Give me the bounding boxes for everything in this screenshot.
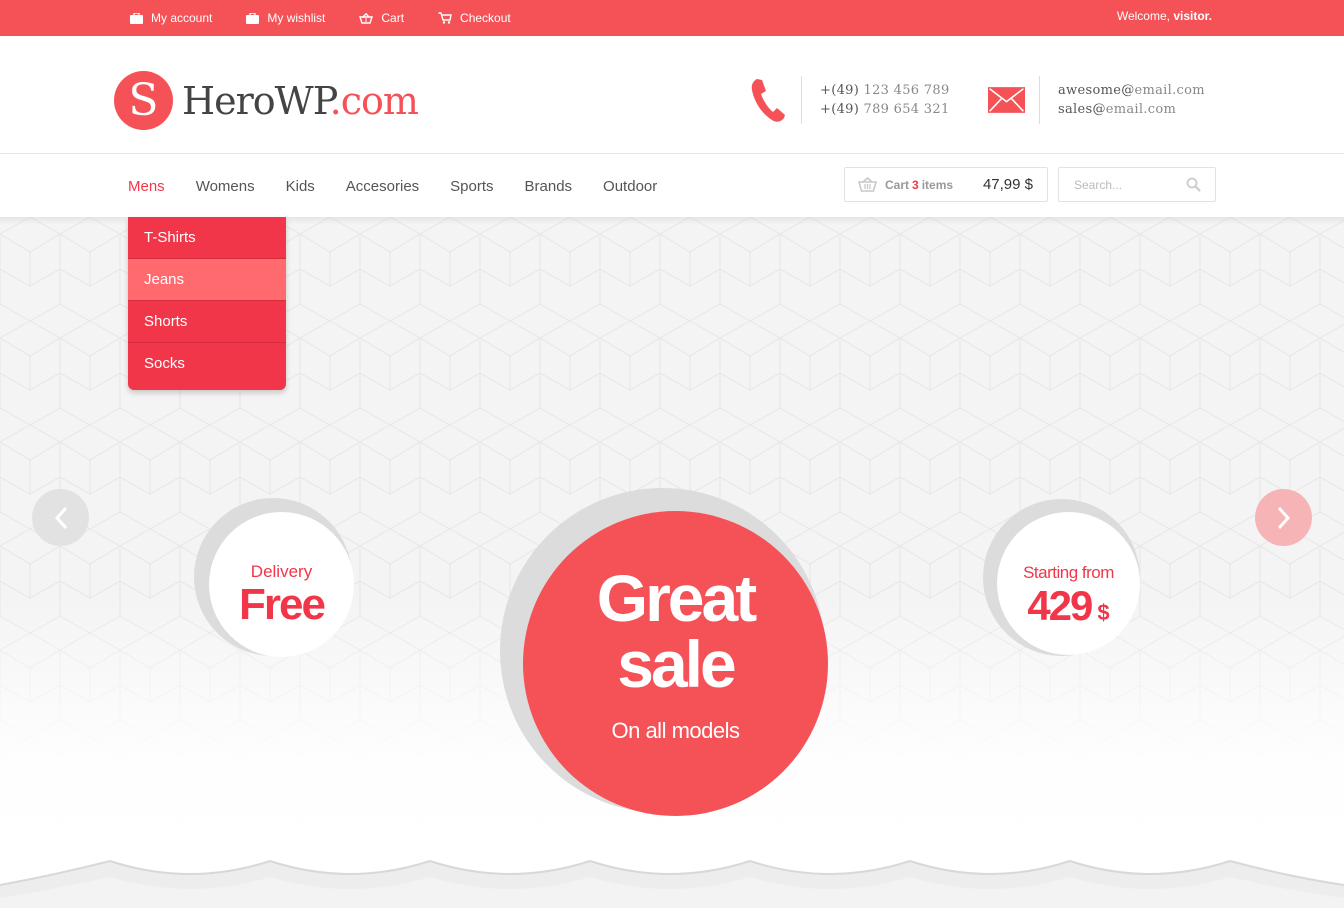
my-account-link[interactable]: My account — [130, 11, 212, 25]
chevron-left-icon — [54, 506, 67, 529]
logo-mark: S — [114, 71, 173, 130]
welcome-prefix: Welcome, — [1116, 9, 1170, 23]
dropdown-item-socks[interactable]: Socks — [128, 343, 286, 385]
cart-icon — [438, 12, 452, 24]
sale-subtitle: On all models — [611, 718, 740, 743]
nav-item-kids[interactable]: Kids — [286, 178, 315, 195]
mini-cart[interactable]: Cart 3 items 47,99 $ — [844, 167, 1048, 202]
cart-count: 3 — [912, 177, 919, 192]
chevron-right-icon — [1277, 506, 1290, 529]
price-value: 429 — [1027, 582, 1093, 629]
delivery-value: Free — [239, 580, 326, 629]
email-addresses: awesome@email.com sales@email.com — [1058, 81, 1205, 119]
top-bar: My account My wishlist Cart Checkout Wel… — [0, 0, 1344, 36]
email-line-1[interactable]: awesome@email.com — [1058, 81, 1205, 100]
price-label: Starting from — [1023, 563, 1114, 582]
logo[interactable]: S HeroWP.com — [114, 71, 419, 130]
slider-prev-button[interactable] — [32, 489, 89, 546]
phone-numbers: +(49) 123 456 789 +(49) 789 654 321 — [820, 81, 950, 119]
phone-contact: +(49) 123 456 789 +(49) 789 654 321 — [750, 76, 950, 124]
basket-icon — [858, 177, 877, 192]
brand-name: HeroWP — [182, 78, 331, 123]
nav-item-accesories[interactable]: Accesories — [346, 178, 419, 195]
dropdown-item-t-shirts[interactable]: T-Shirts — [128, 217, 286, 259]
category-menu: Mens Womens Kids Accesories Sports Brand… — [128, 155, 688, 217]
mens-dropdown: T-Shirts Jeans Shorts Socks — [128, 217, 286, 390]
envelope-icon — [988, 87, 1025, 113]
nav-item-brands[interactable]: Brands — [525, 178, 573, 195]
checkout-label: Checkout — [460, 11, 511, 25]
welcome-message: Welcome, visitor. — [1117, 0, 1212, 33]
search-icon[interactable] — [1186, 177, 1201, 192]
email-line-2[interactable]: sales@email.com — [1058, 100, 1205, 119]
sale-title-line1: Great — [596, 561, 757, 635]
email-contact: awesome@email.com sales@email.com — [988, 76, 1205, 124]
dropdown-item-shorts[interactable]: Shorts — [128, 301, 286, 343]
sale-title-line2: sale — [617, 627, 736, 701]
phone-icon — [751, 79, 785, 122]
cart-link[interactable]: Cart — [359, 11, 404, 25]
search-box — [1058, 167, 1216, 202]
cart-total: 47,99 $ — [982, 176, 1033, 193]
header: S HeroWP.com +(49) 123 456 789 +(49) 789… — [0, 36, 1344, 154]
main-nav: Mens Womens Kids Accesories Sports Brand… — [0, 155, 1344, 217]
phone-line-1[interactable]: +(49) 123 456 789 — [820, 81, 950, 100]
delivery-label: Delivery — [250, 562, 313, 581]
cart-box-label: Cart — [885, 177, 910, 192]
phone-icon-wrap — [750, 76, 802, 124]
brand-tld: .com — [329, 78, 419, 123]
slider-next-button[interactable] — [1255, 489, 1312, 546]
nav-item-sports[interactable]: Sports — [450, 178, 493, 195]
top-links: My account My wishlist Cart Checkout — [130, 0, 545, 36]
nav-item-mens[interactable]: Mens — [128, 178, 165, 195]
checkout-link[interactable]: Checkout — [438, 11, 511, 25]
my-wishlist-label: My wishlist — [267, 11, 326, 25]
welcome-user[interactable]: visitor. — [1173, 9, 1212, 23]
delivery-badge: Delivery Free — [209, 512, 354, 657]
search-input[interactable] — [1059, 177, 1184, 192]
sale-badge[interactable]: Great sale On all models — [523, 511, 828, 816]
briefcase-icon — [130, 12, 143, 24]
basket-icon — [359, 12, 374, 24]
nav-item-womens[interactable]: Womens — [196, 178, 255, 195]
briefcase-icon — [246, 12, 260, 24]
dropdown-item-jeans[interactable]: Jeans — [128, 259, 286, 301]
my-wishlist-link[interactable]: My wishlist — [246, 11, 325, 25]
scalloped-edge — [0, 859, 1344, 908]
phone-line-2[interactable]: +(49) 789 654 321 — [820, 100, 950, 119]
price-currency: $ — [1097, 600, 1110, 625]
nav-item-outdoor[interactable]: Outdoor — [603, 178, 657, 195]
price-value-wrap: 429 $ — [997, 582, 1140, 630]
my-account-label: My account — [151, 11, 213, 25]
price-badge: Starting from 429 $ — [997, 512, 1140, 655]
mail-icon-wrap — [988, 76, 1040, 124]
cart-items-word: items — [921, 177, 954, 192]
logo-text: HeroWP.com — [182, 78, 419, 123]
cart-label: Cart — [381, 11, 405, 25]
